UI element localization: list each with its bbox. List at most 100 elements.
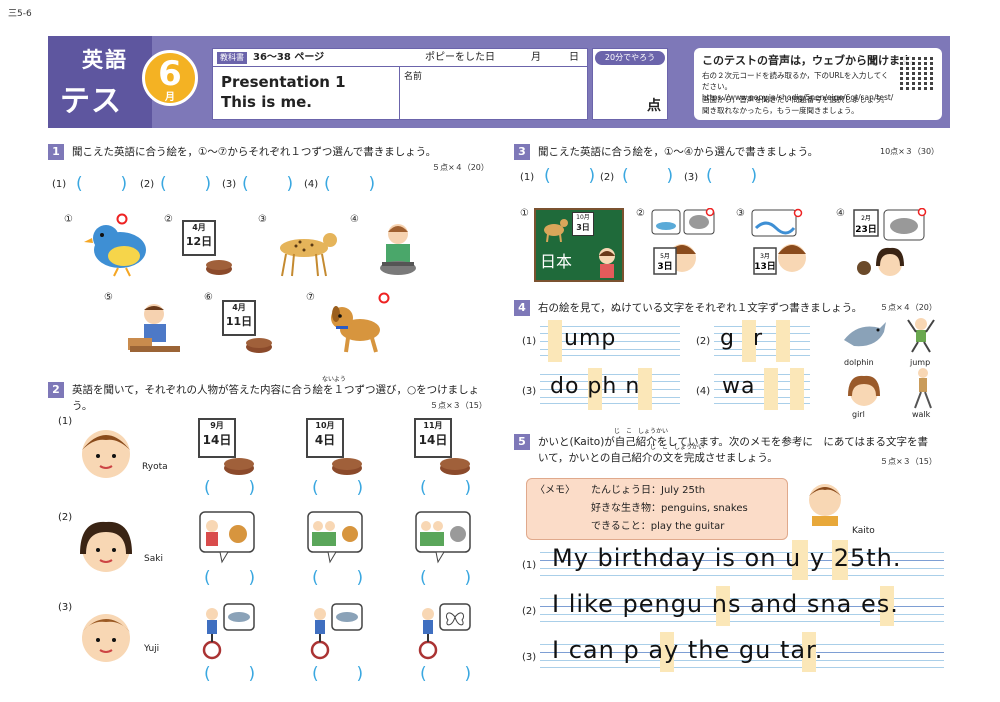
- q1-number: 1: [48, 144, 64, 160]
- girl-icon: [599, 248, 615, 278]
- q4-gap-3[interactable]: [776, 320, 790, 362]
- day-field[interactable]: 日: [569, 49, 579, 67]
- q1-label-3: (3): [222, 179, 237, 190]
- q4-gap-6[interactable]: [764, 368, 778, 410]
- q3-answer-3[interactable]: ( ): [706, 166, 757, 186]
- cal-day: 11日: [225, 315, 253, 328]
- q2-points: ５点×３（15）: [430, 401, 487, 410]
- q3-answer-1[interactable]: ( ): [544, 166, 595, 186]
- test-badge: 英語 テスト: [48, 36, 152, 163]
- q2-1-choice-2[interactable]: ( ): [312, 478, 363, 498]
- caption-girl: girl: [852, 410, 865, 419]
- cheetah-icon[interactable]: [270, 226, 340, 278]
- q2-3-choice-1[interactable]: ( ): [204, 664, 255, 684]
- q2-2-choice-3[interactable]: ( ): [420, 568, 471, 588]
- unicycle-butterfly-icon[interactable]: [414, 600, 472, 660]
- calendar-icon[interactable]: 9月 14日: [198, 418, 236, 458]
- q5-label-3: (3): [522, 652, 537, 663]
- cat-family-icon[interactable]: [414, 510, 472, 564]
- unicycle-dolphin-icon[interactable]: [198, 600, 256, 660]
- sea-boy-icon[interactable]: 3月13日: [748, 208, 816, 284]
- q4-gap-1[interactable]: [548, 320, 562, 362]
- audio-instructions: 画面から，音声を聞きたい問題番号を選択しましょう。聞き取れなかったら，もう一度聞…: [702, 95, 889, 115]
- name-field[interactable]: 名前: [399, 67, 587, 119]
- japan-chalk-text: 日本: [540, 252, 573, 271]
- dolphin-icon: [844, 322, 886, 347]
- q4-word-4: wa: [722, 374, 756, 399]
- month-number: 6: [158, 54, 182, 94]
- q1-pic-num-7: ⑦: [306, 292, 315, 303]
- q2-1-choice-1[interactable]: ( ): [204, 478, 255, 498]
- info-box: 教科書 36〜38 ページ ポピーをした日 月 日 Presentation 1…: [212, 48, 588, 120]
- q4-number: 4: [514, 300, 530, 316]
- kaito-icon: [809, 484, 841, 526]
- q4-label-3: (3): [522, 386, 537, 397]
- unicycle-dolphin-icon[interactable]: [306, 600, 364, 660]
- q2-row-label-1: (1): [58, 416, 73, 427]
- q5-sentence-2: I like pengu ns and sna es.: [552, 590, 899, 618]
- q4-label-1: (1): [522, 336, 537, 347]
- boy-face-icon: [82, 614, 130, 662]
- q3-answer-2[interactable]: ( ): [622, 166, 673, 186]
- q4-gap-7[interactable]: [790, 368, 804, 410]
- q4-label-2: (2): [696, 336, 711, 347]
- q5-points: ５点×３（15）: [880, 457, 937, 466]
- textbook-tag: 教科書: [217, 52, 247, 64]
- q5-label-2: (2): [522, 606, 537, 617]
- caption-dolphin: dolphin: [844, 358, 874, 367]
- cake-icon: [206, 260, 232, 275]
- audio-title: このテストの音声は，ウェブから聞けます。: [702, 54, 921, 67]
- qr-code-icon[interactable]: [900, 56, 936, 92]
- q4-label-4: (4): [696, 386, 711, 397]
- q2-1-choice-3[interactable]: ( ): [420, 478, 471, 498]
- q2-ruby: ないよう: [322, 376, 346, 383]
- dog-family-icon[interactable]: [306, 510, 364, 564]
- q1-answer-2[interactable]: ( ): [160, 174, 211, 194]
- q1-pic-num-5: ⑤: [104, 292, 113, 303]
- q2-2-choice-1[interactable]: ( ): [204, 568, 255, 588]
- q1-pic-num-4: ④: [350, 214, 359, 225]
- elephant-girl-icon[interactable]: 2月23日: [850, 208, 930, 284]
- memo-line-2: 好きな生き物：penguins, snakes: [591, 503, 748, 514]
- person-yuji: Yuji: [144, 644, 160, 654]
- dog-family-icon[interactable]: [198, 510, 256, 564]
- q1-answer-4[interactable]: ( ): [324, 174, 375, 194]
- q1-pic-num-3: ③: [258, 214, 267, 225]
- q1-answer-1[interactable]: ( ): [76, 174, 127, 194]
- cake-icon: [246, 338, 272, 353]
- calendar-icon[interactable]: 11月 14日: [414, 418, 452, 458]
- q1-label-4: (4): [304, 179, 319, 190]
- score-box[interactable]: 20分でやろう 点: [592, 48, 668, 120]
- elephant-boy-icon[interactable]: 5月3日: [648, 208, 716, 284]
- dog-icon[interactable]: [324, 296, 388, 356]
- q1-answer-3[interactable]: ( ): [242, 174, 293, 194]
- q2-text: 英語を聞いて，それぞれの人物が答えた内容に合う絵を１つずつ選び，○をつけましょう…: [72, 384, 480, 412]
- month-field[interactable]: 月: [531, 49, 541, 67]
- q2-number: 2: [48, 382, 64, 398]
- q3-pic-num-4: ④: [836, 208, 845, 219]
- reading-boy-icon[interactable]: [122, 300, 182, 356]
- q4-points: ５点×４（20）: [880, 303, 937, 312]
- badge-english: 英語: [82, 48, 128, 72]
- cal-day: 4日: [314, 433, 336, 447]
- q1-points: ５点×４（20）: [432, 163, 489, 172]
- q3-label-3: (3): [684, 172, 699, 183]
- blackboard-icon[interactable]: 10月 3日 日本: [534, 208, 624, 282]
- bird-icon[interactable]: [84, 216, 156, 278]
- q5-text: かいと(Kaito)が自己紹介をしています。次のメモを参考に にあてはまる文字を…: [538, 436, 928, 464]
- calendar-icon[interactable]: 4月 11日: [222, 300, 256, 336]
- calendar-icon[interactable]: 10月 4日: [306, 418, 344, 458]
- q2-3-choice-3[interactable]: ( ): [420, 664, 471, 684]
- q2-2-choice-2[interactable]: ( ): [312, 568, 363, 588]
- memo-box: 〈メモ〉 たんじょう日：July 25th 好きな生き物：penguins, s…: [526, 478, 788, 540]
- q2-row-label-2: (2): [58, 512, 73, 523]
- unit-title: Presentation 1: [221, 73, 346, 91]
- textbook-pages: 36〜38 ページ: [253, 52, 325, 63]
- cal-month: 11月: [423, 421, 443, 430]
- cooking-girl-icon[interactable]: [372, 220, 424, 280]
- calendar-icon: 10月 3日: [572, 212, 594, 236]
- q2-3-choice-2[interactable]: ( ): [312, 664, 363, 684]
- cal-day: 12日: [185, 235, 213, 248]
- calendar-icon[interactable]: 4月 12日: [182, 220, 216, 256]
- boy-face-icon: [82, 430, 130, 478]
